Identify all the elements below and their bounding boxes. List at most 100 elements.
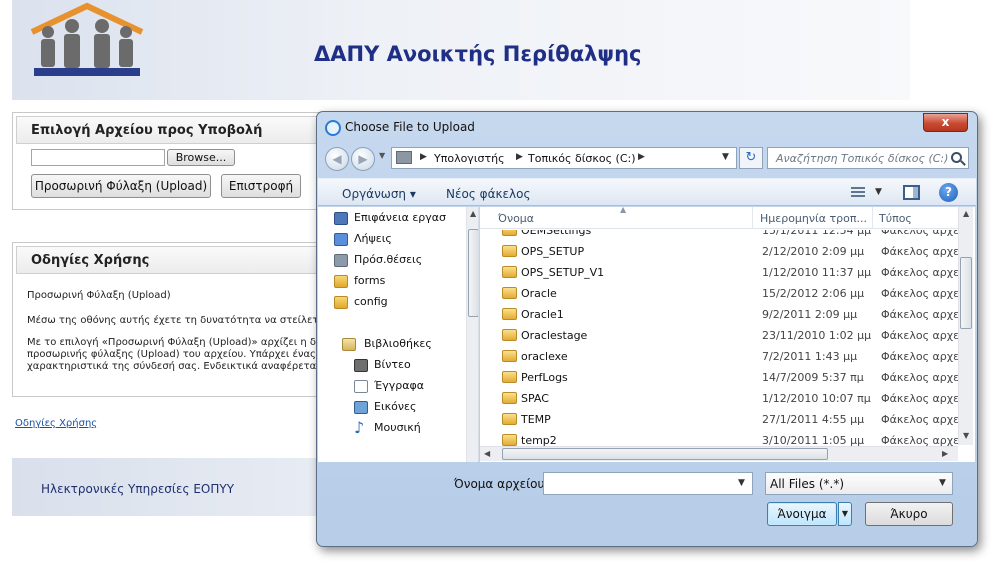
folder-icon bbox=[502, 392, 517, 404]
table-row[interactable]: OPS_SETUP 2/12/2010 2:09 μμ Φάκελος αρχε bbox=[480, 241, 962, 262]
horizontal-scroll-thumb[interactable] bbox=[502, 448, 828, 460]
file-name: OEMSettings bbox=[521, 230, 592, 237]
refresh-button[interactable]: ↻ bbox=[739, 147, 763, 169]
table-row[interactable]: TEMP 27/1/2011 4:55 μμ Φάκελος αρχε bbox=[480, 409, 962, 430]
nav-item-label: Μουσική bbox=[374, 421, 421, 434]
vertical-scroll-thumb[interactable] bbox=[960, 257, 972, 329]
help-link[interactable]: Οδηγίες Χρήσης bbox=[15, 418, 97, 429]
nav-item-videos[interactable]: Βίντεο bbox=[354, 358, 411, 376]
scroll-left-icon[interactable]: ◀ bbox=[484, 449, 490, 458]
file-type: Φάκελος αρχε bbox=[881, 230, 960, 237]
file-name: OPS_SETUP_V1 bbox=[521, 266, 605, 279]
address-bar[interactable]: ▶ Υπολογιστής ▶ Τοπικός δίσκος (C:) ▶ ▼ bbox=[391, 147, 737, 169]
column-divider[interactable] bbox=[872, 207, 873, 229]
search-icon[interactable] bbox=[951, 152, 962, 163]
table-row[interactable]: Oracle1 9/2/2011 2:09 μμ Φάκελος αρχε bbox=[480, 304, 962, 325]
column-name[interactable]: Όνομα bbox=[498, 212, 534, 225]
nav-scrollbar[interactable]: ▲ bbox=[466, 207, 478, 462]
file-date: 15/2/2012 2:06 μμ bbox=[762, 287, 865, 300]
forward-arrow-icon[interactable]: ▶ bbox=[351, 147, 375, 171]
table-row[interactable]: temp2 3/10/2011 1:05 μμ Φάκελος αρχε bbox=[480, 430, 962, 446]
nav-item-documents[interactable]: Έγγραφα bbox=[354, 379, 424, 397]
nav-item-label: Βιβλιοθήκες bbox=[364, 337, 432, 350]
filename-input[interactable] bbox=[543, 472, 753, 495]
folder-icon bbox=[502, 329, 517, 341]
file-date: 14/7/2009 5:37 πμ bbox=[762, 371, 864, 384]
table-row[interactable]: oraclexe 7/2/2011 1:43 μμ Φάκελος αρχε bbox=[480, 346, 962, 367]
help-text-line: χαρακτηριστικά της σύνδεσή σας. Ενδεικτι… bbox=[27, 361, 335, 372]
file-type: Φάκελος αρχε bbox=[881, 413, 960, 426]
file-date: 27/1/2011 4:55 μμ bbox=[762, 413, 865, 426]
column-type[interactable]: Τύπος bbox=[879, 212, 912, 225]
chevron-down-icon[interactable]: ▼ bbox=[939, 478, 946, 488]
search-input[interactable]: Αναζήτηση Τοπικός δίσκος (C:) bbox=[767, 147, 969, 169]
back-button[interactable]: Επιστροφή bbox=[221, 174, 301, 198]
file-path-field[interactable] bbox=[31, 149, 165, 166]
file-name: Oraclestage bbox=[521, 329, 588, 342]
view-options-icon[interactable] bbox=[851, 187, 865, 199]
column-divider[interactable] bbox=[752, 207, 753, 229]
back-arrow-icon[interactable]: ◀ bbox=[325, 147, 349, 171]
scroll-down-icon[interactable]: ▼ bbox=[963, 431, 969, 440]
organize-menu[interactable]: Οργάνωση ▾ bbox=[342, 187, 416, 201]
table-row[interactable]: Oraclestage 23/11/2010 1:02 μμ Φάκελος αρχ… bbox=[480, 325, 962, 346]
downloads-icon bbox=[334, 233, 348, 246]
table-row[interactable]: SPAC 1/12/2010 10:07 πμ Φάκελος αρχε bbox=[480, 388, 962, 409]
nav-item-label: Λήψεις bbox=[354, 232, 392, 245]
chevron-down-icon[interactable]: ▼ bbox=[722, 152, 729, 162]
table-row[interactable]: Oracle 15/2/2012 2:06 μμ Φάκελος αρχε bbox=[480, 283, 962, 304]
help-icon[interactable]: ? bbox=[939, 183, 958, 202]
chevron-right-icon[interactable]: ▶ bbox=[516, 152, 523, 162]
preview-pane-icon[interactable] bbox=[903, 185, 920, 200]
file-date: 15/1/2011 12:54 μμ bbox=[762, 230, 872, 237]
chevron-down-icon[interactable]: ▼ bbox=[738, 478, 745, 488]
browse-button[interactable]: Browse... bbox=[167, 149, 235, 166]
desktop-icon bbox=[334, 212, 348, 225]
nav-item-recent-places[interactable]: Πρόσ.θέσεις bbox=[334, 253, 422, 271]
new-folder-button[interactable]: Νέος φάκελος bbox=[446, 187, 531, 201]
breadcrumb-local-disk[interactable]: Τοπικός δίσκος (C:) bbox=[528, 152, 636, 165]
file-type: Φάκελος αρχε bbox=[881, 308, 960, 321]
scroll-up-icon[interactable]: ▲ bbox=[470, 209, 476, 218]
file-name: PerfLogs bbox=[521, 371, 568, 384]
breadcrumb-computer[interactable]: Υπολογιστής bbox=[434, 152, 505, 165]
nav-scroll-thumb[interactable] bbox=[468, 229, 478, 317]
open-options-dropdown[interactable]: ▼ bbox=[838, 502, 852, 526]
file-date: 7/2/2011 1:43 μμ bbox=[762, 350, 858, 363]
nav-item-desktop[interactable]: Επιφάνεια εργασ bbox=[334, 211, 446, 229]
table-row[interactable]: OEMSettings 15/1/2011 12:54 μμ Φάκελος αρχ… bbox=[480, 230, 962, 241]
nav-item-label: Έγγραφα bbox=[374, 379, 424, 392]
libraries-icon bbox=[342, 338, 356, 351]
chevron-right-icon[interactable]: ▶ bbox=[420, 152, 427, 162]
file-type-select[interactable]: All Files (*.*) bbox=[765, 472, 953, 495]
table-row[interactable]: PerfLogs 14/7/2009 5:37 πμ Φάκελος αρχε bbox=[480, 367, 962, 388]
horizontal-scrollbar[interactable]: ◀ ▶ bbox=[480, 446, 958, 461]
open-button[interactable]: Άνοιγμα bbox=[767, 502, 837, 526]
close-button[interactable]: x bbox=[923, 113, 968, 132]
nav-item-libraries[interactable]: Βιβλιοθήκες bbox=[342, 337, 432, 355]
file-type: Φάκελος αρχε bbox=[881, 371, 960, 384]
help-text-line: προσωρινής φύλαξης (Upload) του αρχείου.… bbox=[27, 349, 326, 360]
file-type: Φάκελος αρχε bbox=[881, 245, 960, 258]
nav-item-config[interactable]: config bbox=[334, 295, 388, 313]
folder-icon bbox=[502, 371, 517, 383]
scroll-up-icon[interactable]: ▲ bbox=[963, 209, 969, 218]
cancel-button[interactable]: Άκυρο bbox=[865, 502, 953, 526]
file-name: Oracle1 bbox=[521, 308, 564, 321]
nav-item-pictures[interactable]: Εικόνες bbox=[354, 400, 416, 418]
scroll-right-icon[interactable]: ▶ bbox=[942, 449, 948, 458]
upload-button[interactable]: Προσωρινή Φύλαξη (Upload) bbox=[31, 174, 211, 198]
column-date-modified[interactable]: Ημερομηνία τροπ... bbox=[760, 212, 867, 225]
filename-label: Όνομα αρχείου: bbox=[454, 477, 549, 491]
history-dropdown-icon[interactable]: ▼ bbox=[379, 151, 385, 160]
nav-item-forms[interactable]: forms bbox=[334, 274, 385, 292]
help-text-line: Προσωρινή Φύλαξη (Upload) bbox=[27, 290, 171, 301]
chevron-down-icon[interactable]: ▼ bbox=[875, 187, 882, 197]
table-row[interactable]: OPS_SETUP_V1 1/12/2010 11:37 μμ Φάκελος αρ… bbox=[480, 262, 962, 283]
nav-item-downloads[interactable]: Λήψεις bbox=[334, 232, 392, 250]
pictures-icon bbox=[354, 401, 368, 414]
page-title: ΔΑΠΥ Ανοικτής Περίθαλψης bbox=[314, 42, 642, 66]
nav-item-music[interactable]: Μουσική bbox=[354, 418, 421, 439]
chevron-right-icon[interactable]: ▶ bbox=[638, 152, 645, 162]
vertical-scrollbar[interactable]: ▲ ▼ bbox=[958, 207, 973, 445]
